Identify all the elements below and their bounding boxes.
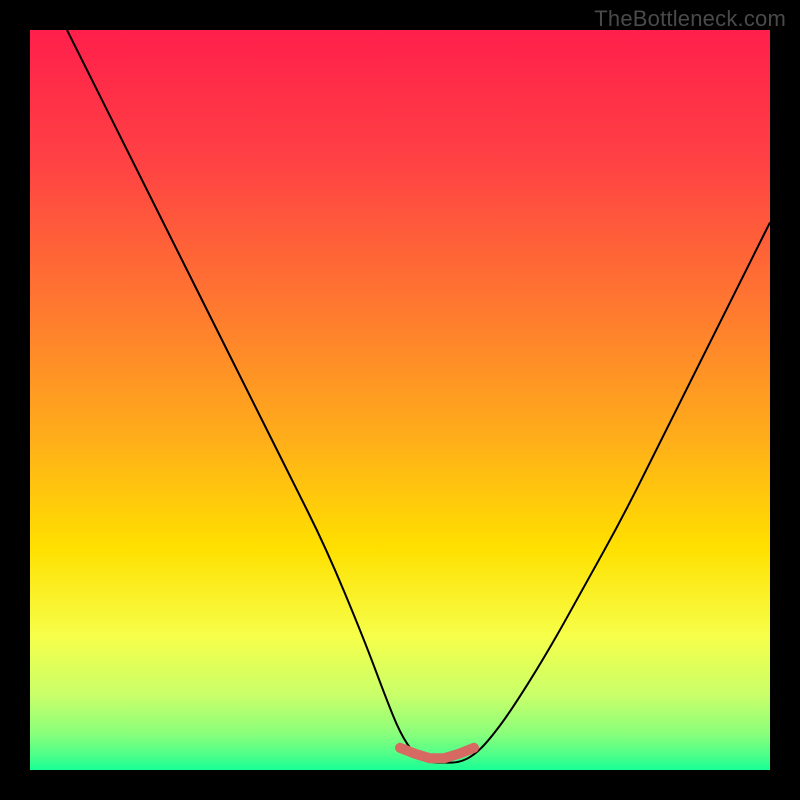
chart-frame: TheBottleneck.com bbox=[0, 0, 800, 800]
watermark-text: TheBottleneck.com bbox=[594, 6, 786, 32]
gradient-rect bbox=[30, 30, 770, 770]
plot-area bbox=[30, 30, 770, 770]
chart-svg bbox=[30, 30, 770, 770]
